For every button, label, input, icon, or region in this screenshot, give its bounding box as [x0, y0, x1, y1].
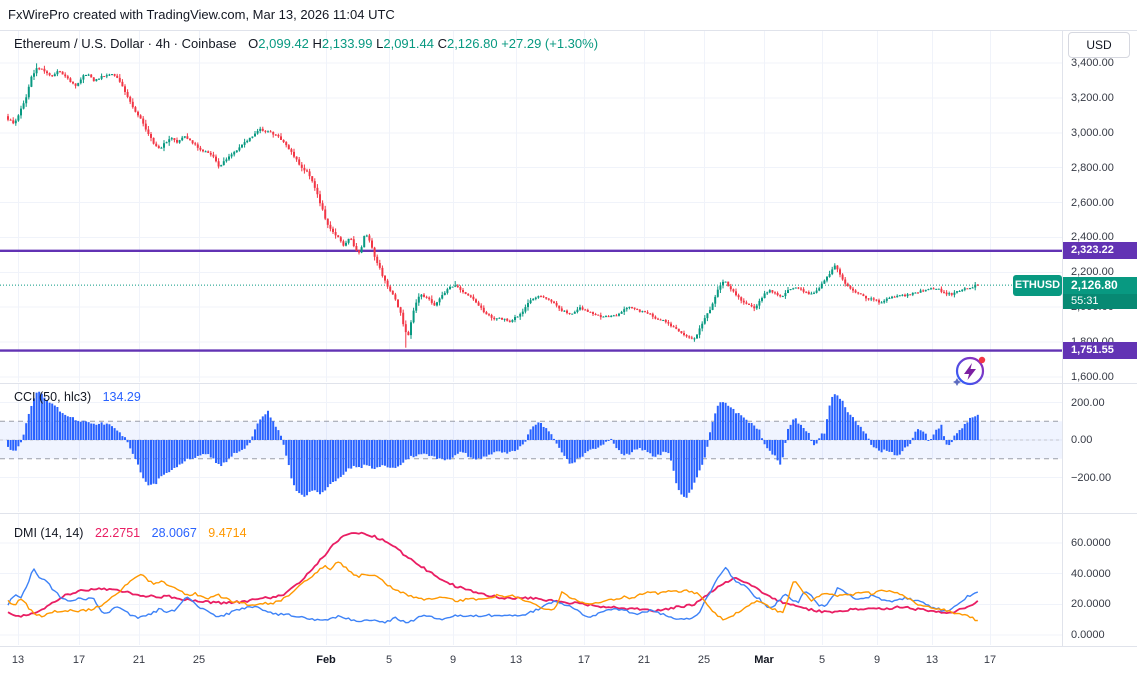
price-tick-label: 3,400.00	[1071, 57, 1114, 69]
time-tick-label: 25	[697, 654, 711, 666]
cci-indicator-name: CCI (50, hlc3)	[14, 390, 92, 404]
price-tick-label: 40.0000	[1071, 567, 1111, 580]
time-tick-label: 9	[873, 654, 881, 666]
lightning-icon	[953, 356, 986, 386]
price-tick-label: 60.0000	[1071, 537, 1111, 549]
time-tick-label: 25	[192, 654, 206, 666]
symbol-title: Ethereum / U.S. Dollar · 4h · Coinbase	[14, 36, 237, 51]
dmi-adx-value: 22.2751	[94, 526, 141, 540]
price-tick-label: 1,600.00	[1071, 371, 1114, 383]
dmi-minus-di-value: 9.4714	[208, 526, 247, 540]
ohlc-label: C	[437, 36, 447, 51]
dmi-indicator-name: DMI (14, 14)	[14, 526, 84, 540]
price-tick-label: 3,000.00	[1071, 126, 1114, 139]
time-tick-label: 13	[925, 654, 939, 666]
price-tick-label: 20.0000	[1071, 598, 1111, 611]
price-change: +27.29 (+1.30%)	[501, 36, 599, 51]
ohlc-value: 2,133.99	[321, 36, 377, 51]
support-level-badge: 1,751.55	[1063, 342, 1137, 360]
price-tick-label: 2,800.00	[1071, 161, 1114, 174]
cci-value: 134.29	[102, 390, 141, 404]
dmi-plus-di-value: 28.0067	[151, 526, 197, 540]
resistance-level-badge: 2,323.22	[1063, 242, 1137, 260]
price-axis[interactable]: USD 3,400.00 3,200.00 3,000.00 2,800.00 2,60…	[1062, 30, 1137, 646]
ohlc-values: O2,099.42 H2,133.99 L2,091.44 C2,126.80	[248, 36, 501, 51]
price-tick-label: 0.0000	[1071, 629, 1105, 641]
symbol-price-tag: ETHUSD	[1013, 274, 1062, 296]
time-tick-label: 21	[132, 654, 146, 666]
price-tick-label: 200.00	[1071, 396, 1105, 409]
last-price-badge: 2,126.80 55:31	[1063, 276, 1137, 309]
time-tick-label: Feb	[316, 654, 336, 666]
main-legend: Ethereum / U.S. Dollar · 4h · Coinbase O…	[14, 36, 598, 51]
chart-canvas[interactable]	[0, 0, 1062, 684]
price-tick-label: −200.00	[1071, 471, 1112, 484]
ohlc-value: 2,091.44	[383, 36, 438, 51]
time-tick-label: 13	[509, 654, 523, 666]
cci-legend: CCI (50, hlc3) 134.29	[14, 390, 141, 404]
time-tick-label: 5	[385, 654, 393, 666]
ohlc-label: O	[248, 36, 259, 51]
price-tick-label: 0.00	[1071, 434, 1093, 446]
time-axis[interactable]: 13 17 21 25 Feb 5 9 13 17 21 25 Mar 5 9 13 17	[0, 646, 1137, 685]
time-tick-label: 9	[449, 654, 457, 666]
time-tick-label: 13	[11, 654, 25, 666]
time-tick-label: 5	[818, 654, 826, 666]
time-tick-label: 17	[72, 654, 86, 666]
price-tick-label: 3,200.00	[1071, 91, 1114, 104]
ohlc-label: H	[312, 36, 322, 51]
dmi-legend: DMI (14, 14) 22.2751 28.0067 9.4714	[14, 526, 247, 540]
time-tick-label: 17	[983, 654, 997, 666]
time-tick-label: Mar	[754, 654, 774, 666]
last-price-value: 2,126.80	[1071, 277, 1118, 292]
ohlc-value: 2,099.42	[258, 36, 313, 51]
time-tick-label: 17	[577, 654, 591, 666]
price-tick-label: 2,600.00	[1071, 196, 1114, 209]
time-tick-label: 21	[637, 654, 651, 666]
ohlc-value: 2,126.80	[446, 36, 502, 51]
candle-countdown: 55:31	[1063, 293, 1137, 309]
quick-trade-button[interactable]	[950, 350, 990, 390]
